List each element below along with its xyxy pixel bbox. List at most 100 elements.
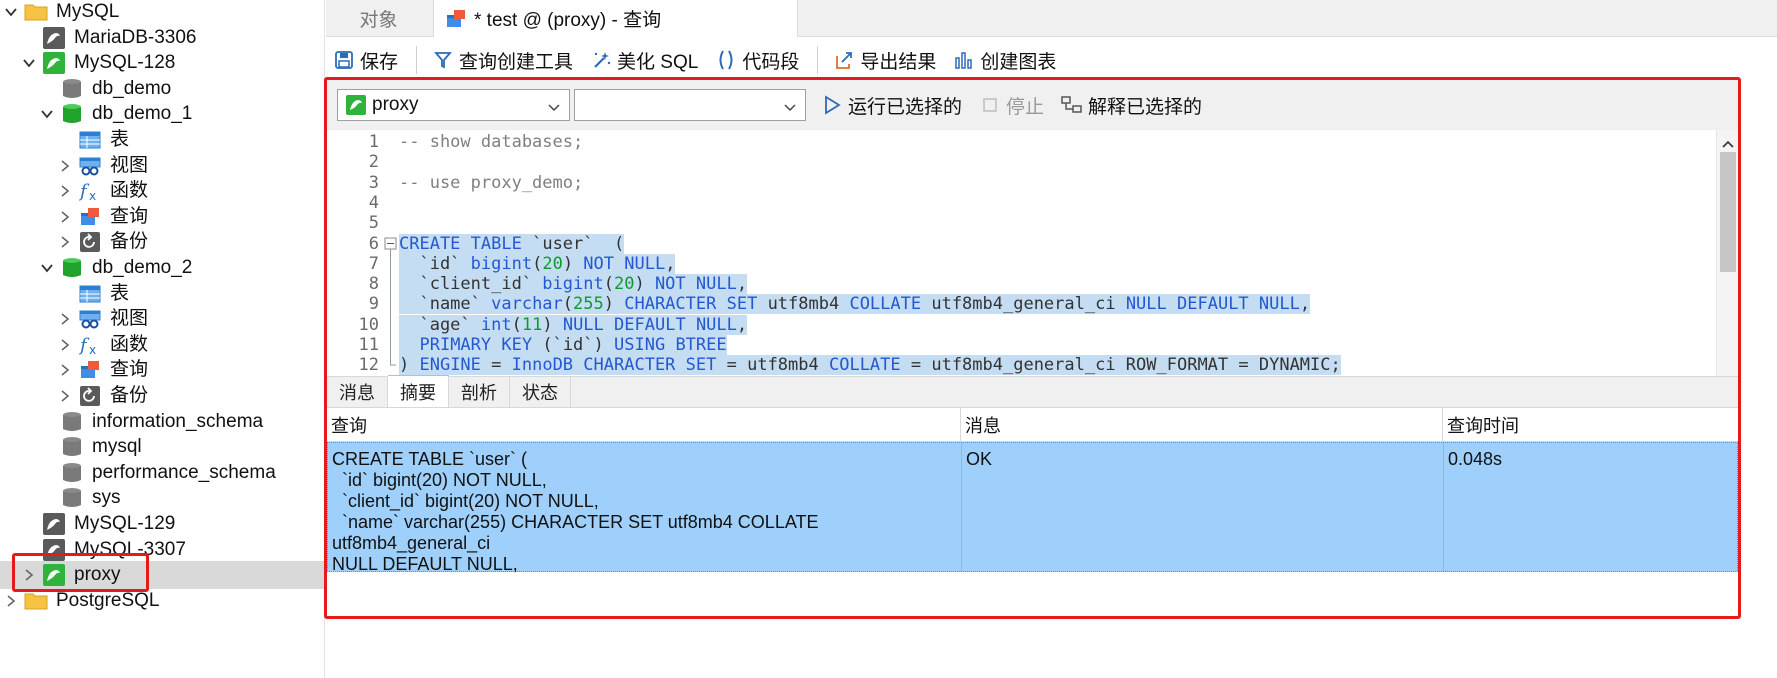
code-snippet-button[interactable]: 代码段	[708, 43, 805, 77]
connection-icon	[42, 27, 66, 49]
code-line[interactable]: 12) ENGINE = InnoDB CHARACTER SET = utf8…	[327, 353, 1707, 376]
code-text[interactable]: -- show databases;	[399, 132, 583, 152]
sidebar-item-label: MySQL	[56, 1, 120, 22]
chevron-down-icon[interactable]	[40, 261, 54, 275]
scrollbar-thumb[interactable]	[1720, 152, 1736, 272]
sidebar-item[interactable]: MySQL-3307	[0, 536, 324, 564]
sidebar-item-label: db_demo_2	[92, 257, 193, 278]
sidebar-item-label: proxy	[74, 564, 121, 585]
connection-active-icon	[344, 94, 368, 116]
code-line[interactable]: 2	[327, 150, 1707, 173]
cell-message[interactable]: OK	[962, 443, 1444, 571]
sidebar-item[interactable]: 视图	[0, 305, 324, 333]
chevron-down-icon	[783, 98, 797, 120]
play-icon	[820, 94, 844, 116]
chevron-down-icon[interactable]	[4, 5, 18, 19]
code-text[interactable]: PRIMARY KEY (`id`) USING BTREE	[399, 334, 727, 355]
beautify-sql-button[interactable]: 美化 SQL	[583, 43, 704, 77]
chevron-down-icon[interactable]	[40, 107, 54, 121]
connection-select[interactable]: proxy	[337, 89, 570, 121]
code-text[interactable]: `client_id` bigint(20) NOT NULL,	[399, 273, 748, 294]
stop-button[interactable]: 停止	[978, 92, 1044, 119]
sidebar-item[interactable]: PostgreSQL	[0, 587, 324, 615]
chevron-down-icon	[547, 98, 561, 120]
code-text[interactable]: ) ENGINE = InnoDB CHARACTER SET = utf8mb…	[399, 354, 1341, 375]
sidebar-item[interactable]: db_demo_1	[0, 100, 324, 128]
code-text[interactable]: `age` int(11) NULL DEFAULT NULL,	[399, 314, 748, 335]
cell-query[interactable]: CREATE TABLE `user` ( `id` bigint(20) NO…	[328, 443, 962, 574]
code-text[interactable]: `id` bigint(20) NOT NULL,	[399, 253, 676, 274]
sidebar-item[interactable]: MySQL-128	[0, 49, 324, 77]
query-builder-button[interactable]: 查询创建工具	[425, 43, 579, 77]
sidebar-item[interactable]: db_demo	[0, 75, 324, 103]
result-tab[interactable]: 剖析	[449, 377, 510, 407]
create-chart-label: 创建图表	[980, 51, 1057, 73]
sidebar-item[interactable]: 表	[0, 126, 324, 154]
cell-time[interactable]: 0.048s	[1444, 443, 1737, 571]
explain-selected-button[interactable]: 解释已选择的	[1060, 92, 1202, 119]
chevron-right-icon[interactable]	[58, 389, 72, 403]
connection-icon	[42, 513, 66, 535]
column-header-message[interactable]: 消息	[961, 408, 1443, 442]
line-number: 8	[368, 273, 379, 294]
chevron-right-icon[interactable]	[58, 210, 72, 224]
editor-toolbar: proxy 运行已选择的 停止 解释已选择的	[327, 80, 1738, 130]
sidebar-item[interactable]: 表	[0, 280, 324, 308]
sidebar-item[interactable]: f x 函数	[0, 177, 324, 205]
sidebar-item[interactable]: mysql	[0, 433, 324, 461]
sidebar-item[interactable]: MySQL-129	[0, 510, 324, 538]
code-text[interactable]: -- use proxy_demo;	[399, 173, 583, 193]
export-results-button[interactable]: 导出结果	[826, 43, 942, 77]
sidebar-item-label: 备份	[110, 231, 149, 252]
code-line[interactable]: 5	[327, 211, 1707, 234]
sidebar-item[interactable]: MariaDB-3306	[0, 24, 324, 52]
chevron-down-icon[interactable]	[22, 56, 36, 70]
result-tab[interactable]: 摘要	[388, 375, 449, 407]
code-line[interactable]: 9 `name` varchar(255) CHARACTER SET utf8…	[327, 292, 1707, 315]
table-row[interactable]: CREATE TABLE `user` ( `id` bigint(20) NO…	[327, 442, 1738, 574]
result-tab[interactable]: 状态	[510, 377, 571, 407]
sidebar-item[interactable]: 视图	[0, 152, 324, 180]
sidebar-item[interactable]: 查询	[0, 203, 324, 231]
beautify-sql-label: 美化 SQL	[617, 51, 699, 73]
sidebar-item[interactable]: information_schema	[0, 408, 324, 436]
svg-text:x: x	[89, 189, 96, 202]
sidebar-item[interactable]: MySQL	[0, 0, 324, 26]
column-header-query[interactable]: 查询	[327, 408, 961, 442]
sidebar-item[interactable]: 备份	[0, 382, 324, 410]
code-text[interactable]: CREATE TABLE `user` (	[399, 233, 625, 254]
chevron-right-icon[interactable]	[4, 594, 18, 608]
query-builder-icon	[431, 49, 455, 71]
sidebar-item[interactable]: 查询	[0, 356, 324, 384]
tab-objects[interactable]: 对象	[326, 0, 431, 37]
line-number: 2	[368, 151, 379, 172]
column-header-time[interactable]: 查询时间	[1443, 408, 1738, 442]
database-select[interactable]	[574, 89, 806, 121]
save-button[interactable]: 保存	[326, 43, 404, 77]
chevron-right-icon[interactable]	[58, 235, 72, 249]
chevron-right-icon[interactable]	[58, 184, 72, 198]
sidebar-item-label: mysql	[92, 436, 142, 457]
sidebar-item[interactable]: db_demo_2	[0, 254, 324, 282]
sidebar-item[interactable]: f x 函数	[0, 331, 324, 359]
sidebar-item[interactable]: performance_schema	[0, 459, 324, 487]
sql-editor-panel: proxy 运行已选择的 停止 解释已选择的 1 -- show databas…	[324, 77, 1741, 619]
magic-wand-icon	[589, 49, 613, 71]
chevron-right-icon[interactable]	[58, 363, 72, 377]
run-selected-button[interactable]: 运行已选择的	[820, 92, 962, 119]
create-chart-button[interactable]: 创建图表	[946, 43, 1062, 77]
sidebar-item[interactable]: proxy	[0, 561, 324, 589]
sidebar-item[interactable]: sys	[0, 484, 324, 512]
sidebar-item[interactable]: 备份	[0, 228, 324, 256]
tab-query[interactable]: * test @ (proxy) - 查询	[433, 0, 798, 37]
chevron-right-icon[interactable]	[58, 312, 72, 326]
chevron-right-icon[interactable]	[22, 568, 36, 582]
code-text[interactable]: `name` varchar(255) CHARACTER SET utf8mb…	[399, 293, 1311, 314]
result-tab[interactable]: 消息	[327, 377, 388, 407]
stop-label: 停止	[1006, 96, 1045, 118]
chevron-right-icon[interactable]	[58, 159, 72, 173]
chevron-right-icon[interactable]	[58, 338, 72, 352]
